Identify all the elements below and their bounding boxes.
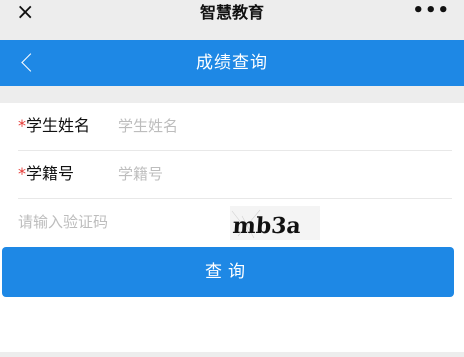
query-form: *学生姓名 *学籍号 mb3a bbox=[0, 103, 464, 253]
page-header: 成绩查询 bbox=[0, 40, 464, 86]
more-icon[interactable]: ••• bbox=[412, 0, 450, 22]
captcha-text: mb3a bbox=[232, 213, 302, 239]
app-title: 智慧教育 bbox=[199, 3, 264, 22]
name-label-text: 学生姓名 bbox=[26, 116, 91, 135]
required-mark: * bbox=[18, 116, 26, 135]
window-title-bar: × 智慧教育 ••• bbox=[0, 0, 464, 27]
student-no-label-text: 学籍号 bbox=[26, 164, 75, 183]
student-name-input[interactable] bbox=[118, 113, 398, 139]
action-area: 查询 bbox=[0, 246, 464, 352]
name-label: *学生姓名 bbox=[18, 115, 90, 137]
student-no-row: *学籍号 bbox=[0, 151, 464, 199]
captcha-input[interactable] bbox=[18, 209, 218, 235]
required-mark: * bbox=[18, 164, 26, 183]
captcha-image[interactable]: mb3a bbox=[230, 206, 320, 240]
captcha-row: mb3a bbox=[0, 199, 464, 247]
student-no-label: *学籍号 bbox=[18, 163, 74, 185]
student-no-input[interactable] bbox=[118, 161, 398, 187]
page-title: 成绩查询 bbox=[196, 53, 268, 73]
query-button[interactable]: 查询 bbox=[2, 247, 454, 297]
name-row: *学生姓名 bbox=[0, 103, 464, 151]
